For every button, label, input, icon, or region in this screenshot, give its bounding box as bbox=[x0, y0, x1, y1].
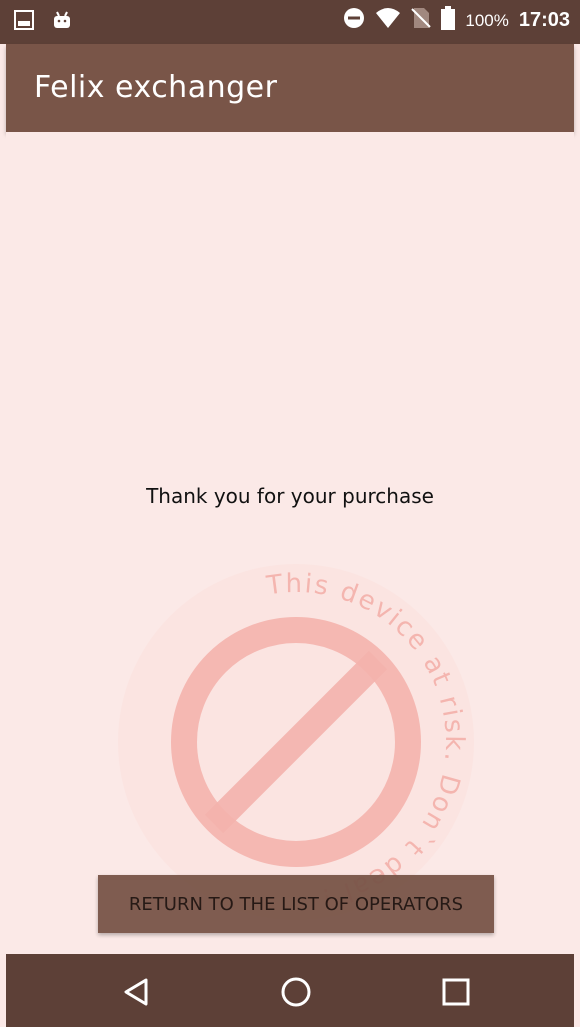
no-sim-icon bbox=[411, 7, 432, 34]
clock: 17:03 bbox=[518, 9, 570, 31]
battery-percentage: 100% bbox=[465, 10, 509, 30]
do-not-disturb-icon bbox=[343, 7, 365, 34]
image-icon bbox=[14, 10, 34, 34]
battery-icon bbox=[441, 6, 456, 35]
wifi-icon bbox=[375, 7, 401, 34]
recents-button[interactable] bbox=[436, 972, 476, 1012]
navigation-bar bbox=[6, 954, 574, 1027]
home-button[interactable] bbox=[276, 972, 316, 1012]
app-title: Felix exchanger bbox=[34, 70, 278, 105]
app-bar: Felix exchanger bbox=[6, 44, 574, 132]
android-icon bbox=[52, 10, 72, 34]
recents-icon bbox=[442, 978, 470, 1006]
back-icon bbox=[124, 978, 148, 1006]
risk-watermark-icon: This device at risk. Don`t deal ! bbox=[118, 564, 474, 920]
back-button[interactable] bbox=[116, 972, 156, 1012]
return-to-operators-button[interactable]: RETURN TO THE LIST OF OPERATORS bbox=[98, 875, 494, 933]
purchase-message: Thank you for your purchase bbox=[146, 484, 434, 508]
status-bar: 100% 17:03 bbox=[0, 0, 580, 44]
main-content: Thank you for your purchase This device … bbox=[6, 132, 574, 954]
home-icon bbox=[281, 977, 311, 1007]
